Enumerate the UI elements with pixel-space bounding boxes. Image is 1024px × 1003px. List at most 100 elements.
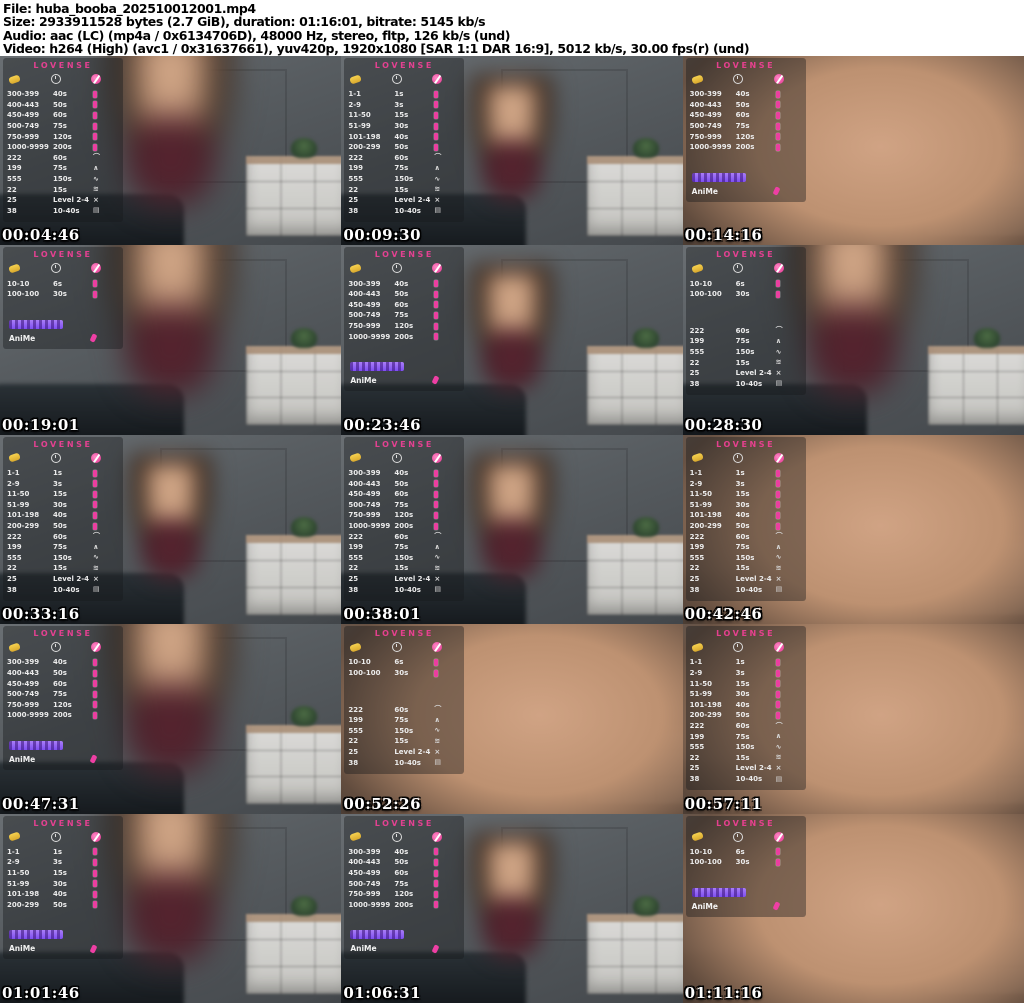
vibration-toy-icon: [434, 511, 439, 519]
vibration-toy-icon: [434, 880, 439, 888]
tip-amount: 222: [7, 153, 22, 162]
vibration-toy-icon: [775, 511, 780, 519]
tip-amount: 38: [348, 206, 359, 215]
tip-duration: Level 2-4: [735, 369, 772, 378]
video-thumbnail: LOVENSE 300-399 40s 400-443 50s 450-499 60s 50…: [341, 434, 683, 625]
tip-amount: 300-399: [689, 90, 722, 99]
tip-menu-row: 101-198 40s: [690, 700, 802, 711]
vibration-toy-icon: [434, 122, 439, 130]
anime-toy-icon: [89, 754, 98, 764]
pattern-icon: ×: [775, 368, 782, 377]
pattern-icon: ∿: [434, 726, 441, 735]
tip-menu-row: 199 75s ∧: [7, 163, 119, 174]
tip-amount: 11-50: [689, 490, 713, 499]
tip-menu-row: 38 10-40s ▤: [690, 584, 802, 595]
tip-amount: 500-749: [7, 690, 40, 699]
tip-menu-row: 100-100 30s: [348, 668, 460, 679]
vibration-toy-icon: [775, 101, 780, 109]
pattern-icon: ∿: [775, 347, 782, 356]
tip-amount: 300-399: [348, 469, 381, 478]
tip-menu-row: 750-999 120s: [348, 510, 460, 521]
tip-duration: 50s: [735, 100, 750, 109]
video-thumbnail: LOVENSE 1-1 1s 2-9 3s 11-50 15s 51-99 30s 101-19…: [341, 56, 683, 246]
tip-amount: 2-9: [7, 479, 20, 488]
shelf-unit: [928, 913, 1024, 994]
lovense-tip-menu-overlay: LOVENSE 1-1 1s 2-9 3s 11-50 15s 51-99 30s 101-19…: [685, 626, 806, 791]
tip-menu-row: 200-299 50s: [690, 710, 802, 721]
pattern-icon: ∧: [93, 542, 99, 551]
tip-amount: 1000-9999: [348, 900, 391, 909]
skin-blur: [130, 56, 212, 193]
vibration-toy-icon: [432, 263, 443, 274]
tip-duration: 150s: [53, 175, 72, 184]
tip-duration: 200s: [394, 332, 414, 341]
duration-clock-icon: [391, 263, 402, 274]
vibration-toy-icon: [434, 111, 439, 119]
tip-duration: 50s: [53, 522, 67, 531]
tip-amount: 1-1: [7, 847, 20, 856]
vibration-toy-icon: [434, 280, 439, 288]
plant: [632, 327, 659, 348]
tip-duration: 40s: [53, 890, 67, 899]
vibration-toy-icon: [775, 522, 780, 530]
pattern-icon: ×: [93, 195, 99, 204]
tip-amount: 1000-9999: [348, 522, 391, 531]
tip-duration: 15s: [394, 564, 409, 573]
tip-menu-row: 25 Level 2-4 ×: [7, 574, 119, 585]
tip-menu-row: 1-1 1s: [7, 468, 119, 479]
duration-clock-icon: [733, 263, 744, 274]
tip-menu-rows: 10-10 6s 100-100 30s 222 60s ⌒ 199 75s ∧ 555 150s ∿ 2…: [690, 278, 802, 389]
tip-amount: 555: [348, 175, 363, 184]
vibration-toy-icon: [91, 642, 101, 653]
tip-menu-rows: 1-1 1s 2-9 3s 11-50 15s 51-99 30s 101-198 40s 200-…: [690, 468, 802, 595]
vibration-toy-icon: [432, 642, 443, 653]
plant: [974, 138, 1001, 159]
vibration-toy-icon: [775, 690, 780, 698]
tip-menu-row: 38 10-40s ▤: [348, 584, 460, 595]
tip-menu-column-icons: [690, 452, 784, 463]
tip-menu-row: 555 150s ∿: [348, 726, 460, 737]
tip-duration: 1s: [735, 658, 745, 667]
tip-amount: 750-999: [7, 700, 40, 709]
timestamp-label: 00:04:46: [2, 226, 80, 245]
tip-coin-icon: [690, 642, 704, 653]
anime-toy-icon: [431, 943, 440, 954]
vibration-toy-icon: [434, 669, 439, 677]
tip-menu-row: 450-499 60s: [7, 110, 119, 121]
skin-blur: [130, 624, 212, 761]
anime-label: AniMe: [9, 333, 36, 343]
tip-duration: 3s: [735, 669, 745, 678]
tip-menu-row: 500-749 75s: [7, 689, 119, 700]
vibration-toy-icon: [93, 501, 97, 509]
tip-menu-row: 10-10 6s: [690, 278, 802, 289]
vibration-toy-icon: [434, 901, 439, 909]
hair-blur: [103, 56, 239, 199]
tip-duration: 75s: [735, 543, 750, 552]
tip-amount: 222: [689, 722, 705, 731]
pattern-icon: ∧: [775, 542, 782, 551]
vibration-toy-icon: [91, 263, 101, 274]
tip-menu-row: 101-198 40s: [690, 510, 802, 521]
plant: [974, 327, 1001, 348]
video-thumbnail: LOVENSE 10-10 6s 100-100 30s AniMe 01:11:16: [682, 813, 1024, 1003]
tip-menu-row: 300-399 40s: [348, 847, 460, 858]
duration-clock-icon: [733, 831, 744, 842]
tip-coin-icon: [690, 831, 704, 842]
tip-menu-row: 25 Level 2-4 ×: [348, 574, 460, 585]
duration-clock-icon: [733, 74, 744, 84]
tip-menu-column-icons: [8, 73, 101, 85]
lovense-watermark: LOVENSE: [716, 61, 776, 70]
tip-coin-icon: [8, 452, 21, 463]
tip-coin-icon: [8, 263, 21, 274]
lovense-tip-menu-overlay: LOVENSE 10-10 6s 100-100 30s 222 60s ⌒ 199 75s ∧ 5…: [685, 247, 806, 396]
maroon-top-blur: [806, 300, 901, 399]
timestamp-label: 00:19:01: [2, 415, 80, 434]
anime-toy-icon: [431, 375, 440, 386]
tip-duration: 30s: [394, 669, 409, 678]
tip-menu-rows: 300-399 40s 400-443 50s 450-499 60s 500-749 75s…: [348, 468, 460, 595]
tip-amount: 11-50: [7, 869, 30, 878]
tip-amount: 51-99: [7, 500, 30, 509]
pattern-icon: ∧: [775, 336, 782, 345]
tip-amount: 25: [348, 748, 359, 757]
tip-duration: 150s: [394, 553, 414, 562]
